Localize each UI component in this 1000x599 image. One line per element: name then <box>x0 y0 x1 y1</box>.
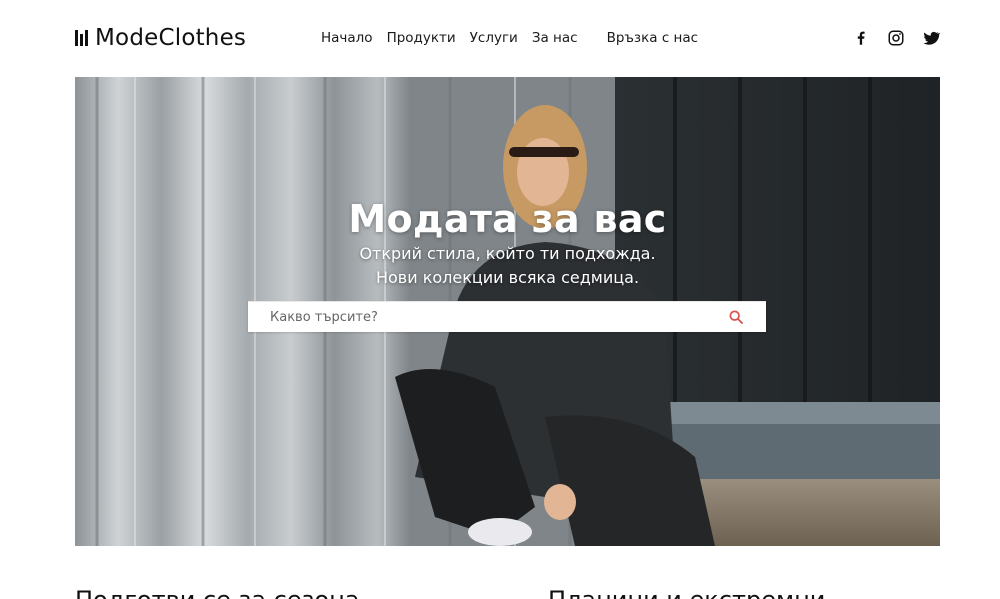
search-bar <box>248 301 766 332</box>
section-title-mountains: Планини и екстремни <box>548 586 825 599</box>
nav-item-home[interactable]: Начало <box>321 30 373 46</box>
logo-mark-icon <box>75 30 88 46</box>
nav-item-services[interactable]: Услуги <box>470 30 518 46</box>
social-links <box>852 28 940 48</box>
main-nav: Начало Продукти Услуги За нас Връзка с н… <box>321 28 698 48</box>
instagram-icon[interactable] <box>887 29 905 47</box>
search-icon[interactable] <box>728 309 744 325</box>
hero-subtitle-line2: Нови колекции всяка седмица. <box>375 268 640 287</box>
facebook-icon[interactable] <box>852 29 870 47</box>
brand-name: ModeClothes <box>95 24 247 51</box>
site-header: ModeClothes Начало Продукти Услуги За на… <box>0 0 1000 77</box>
hero-subtitle-line1: Открий стила, който ти подхожда. <box>359 244 656 263</box>
page: ModeClothes Начало Продукти Услуги За на… <box>0 0 1000 599</box>
brand-logo[interactable]: ModeClothes <box>75 22 246 54</box>
section-title-season: Подготви се за сезона <box>75 586 359 599</box>
twitter-icon[interactable] <box>922 29 940 47</box>
nav-item-contact[interactable]: Връзка с нас <box>607 30 699 46</box>
hero-title: Модата за вас <box>348 197 667 241</box>
nav-item-about[interactable]: За нас <box>532 30 578 46</box>
search-input[interactable] <box>248 302 688 332</box>
nav-item-products[interactable]: Продукти <box>387 30 456 46</box>
hero-banner: Модата за вас Открий стила, който ти под… <box>75 77 940 546</box>
